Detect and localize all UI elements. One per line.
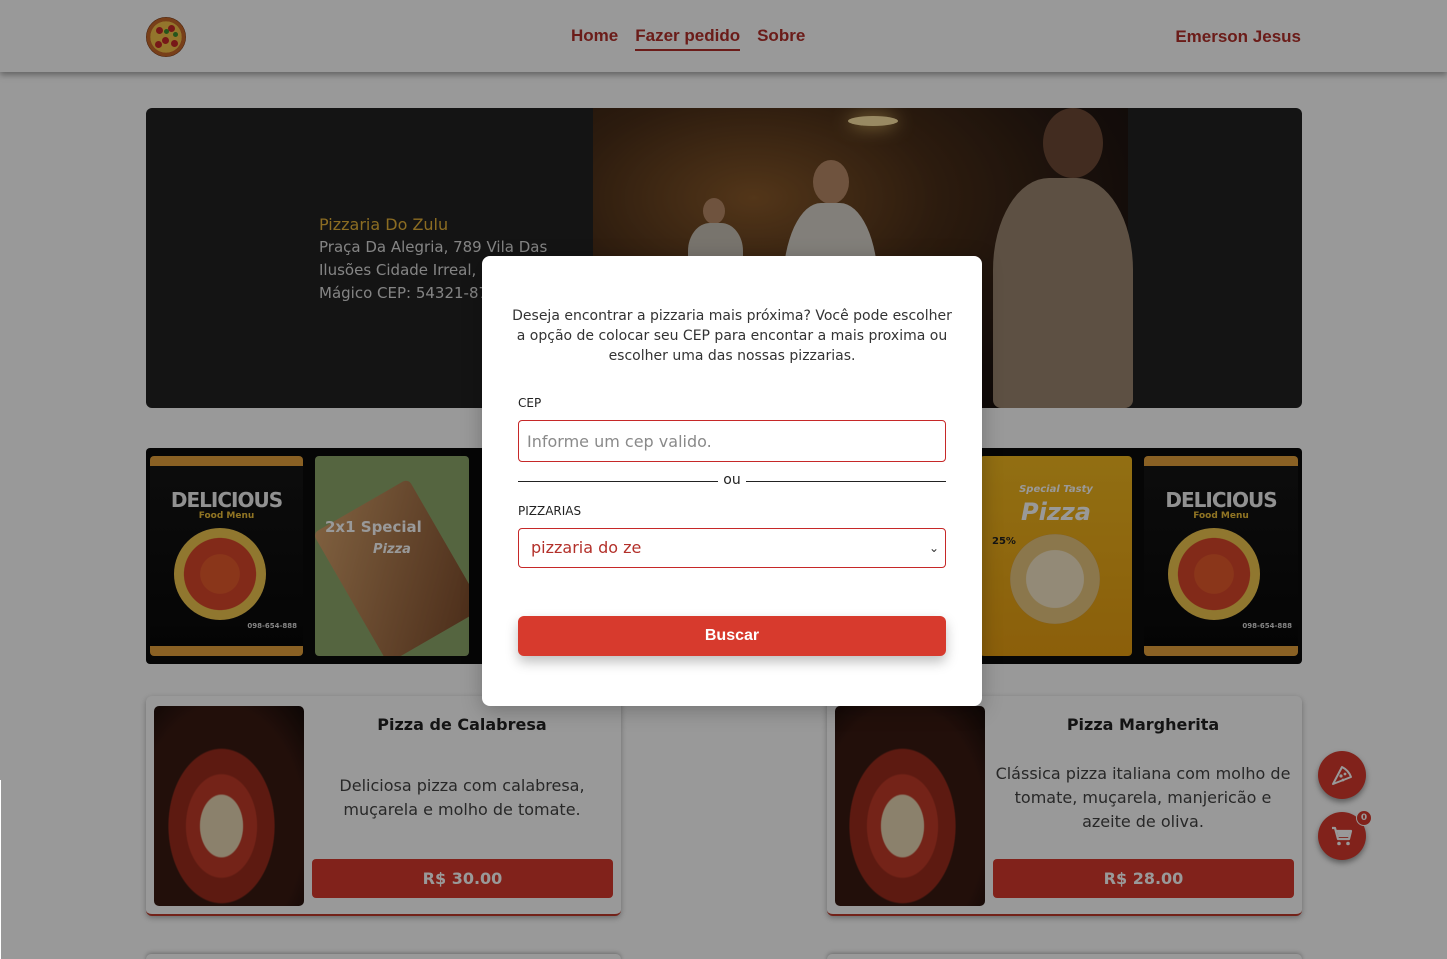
modal-message: Deseja encontrar a pizzaria mais próxima… [512, 308, 952, 364]
or-label: ou [723, 472, 741, 488]
cep-input[interactable] [518, 420, 946, 462]
pizzarias-select[interactable]: pizzaria do ze ⌄ [518, 528, 946, 568]
or-divider: ou [518, 472, 946, 492]
pizzarias-label: PIZZARIAS [518, 504, 582, 518]
chevron-down-icon: ⌄ [928, 541, 939, 555]
find-pizzeria-modal: Deseja encontrar a pizzaria mais próxima… [482, 256, 982, 706]
pizzarias-selected-value: pizzaria do ze [531, 538, 642, 557]
search-button[interactable]: Buscar [518, 616, 946, 656]
cep-label: CEP [518, 396, 542, 410]
